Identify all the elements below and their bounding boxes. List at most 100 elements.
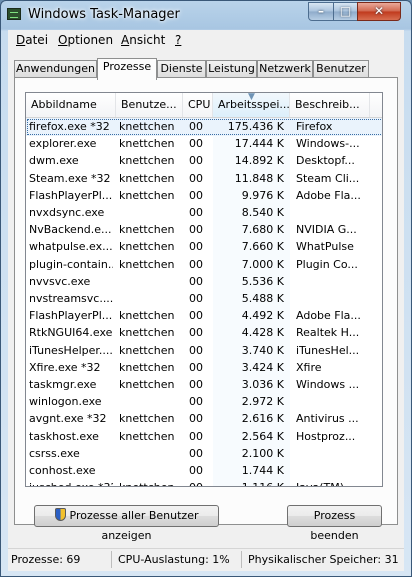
process-mem-cell: 7.660 K (241, 240, 284, 254)
process-desc-cell: WhatPulse (296, 240, 354, 254)
process-desc-cell: NVIDIA G... (296, 223, 357, 237)
process-name-cell: dwm.exe (29, 154, 79, 168)
process-cpu-cell: 00 (189, 309, 203, 323)
process-cpu-cell: 00 (189, 223, 203, 237)
process-row[interactable]: firefox.exe *32 knettchen 00 175.436 K Firef… (26, 118, 382, 136)
process-cpu-cell: 00 (189, 326, 203, 340)
process-user-cell: knettchen (119, 120, 175, 133)
tab-leistung[interactable]: Leistung (206, 60, 257, 78)
process-mem-cell: 1.744 K (241, 464, 284, 477)
process-row[interactable]: nvvsvc.exe 00 5.536 K (26, 273, 382, 291)
process-name-cell: whatpulse.ex... (29, 240, 113, 254)
process-mem-cell: 7.680 K (241, 223, 284, 237)
process-row[interactable]: NvBackend.e... knettchen 00 7.680 K NVIDIA G… (26, 221, 382, 239)
column-header-cpu[interactable]: CPU (183, 93, 213, 117)
column-header-name[interactable]: Abbildname (26, 93, 116, 117)
process-mem-cell: 2.564 K (241, 429, 284, 443)
process-row[interactable]: nvxdsync.exe 00 8.540 K (26, 204, 382, 222)
menu-datei[interactable]: Datei (16, 33, 48, 47)
process-name-cell: FlashPlayerPl... (29, 309, 113, 323)
menu-optionen[interactable]: Optionen (58, 33, 113, 47)
process-user-cell: knettchen (119, 223, 175, 237)
task-manager-window: Windows Task-Manager – □ ✕ Datei Optione… (0, 0, 412, 577)
process-mem-cell: 3.424 K (241, 360, 284, 374)
process-list[interactable]: Abbildname Benutze... CPU ▼ Arbeitsspei.… (25, 92, 383, 487)
process-cpu-cell: 00 (189, 481, 209, 486)
process-row[interactable]: plugin-contain... knettchen 00 7.000 K Plugi… (26, 256, 382, 274)
process-mem-cell: 2.972 K (241, 395, 284, 409)
process-row[interactable]: taskmgr.exe knettchen 00 3.036 K Windows ... (26, 376, 382, 394)
process-row[interactable]: iTunesHelper.... knettchen 00 3.740 K iTunes… (26, 342, 382, 360)
process-mem-cell: 175.436 K (227, 120, 284, 133)
process-cpu-cell: 00 (189, 464, 203, 477)
process-mem-cell: 9.976 K (241, 188, 284, 202)
window-title: Windows Task-Manager (28, 7, 180, 22)
process-row[interactable]: Xfire.exe *32 knettchen 00 3.424 K Xfire (26, 359, 382, 377)
process-row[interactable]: FlashPlayerPl... knettchen 00 4.492 K Adobe … (26, 307, 382, 325)
process-name-cell: csrss.exe (29, 446, 80, 460)
process-name-cell: nvxdsync.exe (29, 206, 105, 219)
minimize-button[interactable]: – (308, 2, 334, 21)
show-all-users-label: Prozesse aller Benutzer anzeigen (69, 509, 199, 542)
process-name-cell: iTunesHelper.... (29, 343, 113, 357)
column-header-description[interactable]: Beschreib... (290, 93, 370, 117)
process-desc-cell: Realtek H... (296, 326, 360, 340)
column-header-user[interactable]: Benutze... (116, 93, 183, 117)
menu-ansicht[interactable]: Ansicht (121, 33, 165, 47)
process-user-cell: knettchen (119, 240, 175, 254)
show-all-users-button[interactable]: Prozesse aller Benutzer anzeigen (34, 505, 219, 542)
process-row[interactable]: avgnt.exe *32 knettchen 00 2.616 K Antivirus… (26, 410, 382, 428)
process-mem-cell: 4.428 K (241, 326, 284, 340)
process-mem-cell: 3.740 K (241, 343, 284, 357)
process-mem-cell: 1.116 K (212, 481, 284, 486)
process-cpu-cell: 00 (189, 395, 203, 409)
end-process-button[interactable]: Prozess beenden (287, 505, 382, 542)
process-user-cell: knettchen (119, 378, 175, 391)
process-row[interactable]: FlashPlayerPl... knettchen 00 9.976 K Adobe … (26, 187, 382, 205)
process-row[interactable]: explorer.exe knettchen 00 17.444 K Windows-.… (26, 135, 382, 153)
process-mem-cell: 2.100 K (241, 446, 284, 460)
process-mem-cell: 8.540 K (241, 206, 284, 219)
title-bar[interactable]: Windows Task-Manager – □ ✕ (1, 1, 411, 29)
process-cpu-cell: 00 (189, 206, 203, 219)
menu-bar: Datei Optionen Ansicht ? (8, 30, 404, 50)
process-row[interactable]: Steam.exe *32 knettchen 00 11.848 K Steam Cl… (26, 170, 382, 188)
process-row[interactable]: dwm.exe knettchen 00 14.892 K Desktopf... (26, 152, 382, 170)
process-mem-cell: 17.444 K (234, 137, 284, 151)
process-name-cell: nvstreamsvc.... (29, 292, 113, 305)
tab-benutzer[interactable]: Benutzer (313, 60, 369, 78)
process-user-cell: knettchen (119, 326, 175, 340)
process-name-cell: Xfire.exe *32 (29, 360, 101, 374)
status-physical-memory: Physikalischer Speicher: 31 (248, 553, 399, 566)
process-desc-cell: Firefox (296, 120, 333, 133)
close-button[interactable]: ✕ (357, 2, 401, 21)
status-divider (111, 551, 112, 568)
process-row[interactable]: conhost.exe 00 1.744 K (26, 462, 382, 480)
process-user-cell: knettchen (119, 360, 175, 374)
tab-prozesse[interactable]: Prozesse (97, 58, 157, 80)
process-row[interactable]: csrss.exe 00 2.100 K (26, 445, 382, 463)
tab-anwendungen[interactable]: Anwendungen (14, 60, 97, 78)
process-cpu-cell: 00 (189, 274, 203, 288)
process-user-cell: knettchen (119, 171, 175, 185)
process-row[interactable]: taskhost.exe knettchen 00 2.564 K Hostproz..… (26, 428, 382, 446)
column-header-memory[interactable]: ▼ Arbeitsspei... (213, 93, 290, 117)
process-mem-cell: 4.492 K (241, 309, 284, 323)
maximize-button[interactable]: □ (333, 2, 358, 21)
status-cpu-usage: CPU-Auslastung: 1% (118, 553, 230, 566)
tab-netzwerk[interactable]: Netzwerk (257, 60, 313, 78)
process-row[interactable]: jusched.exe *32 knettchen 001.116 K Java(TM… (26, 479, 382, 486)
process-name-cell: NvBackend.e... (29, 223, 112, 237)
process-row[interactable]: winlogon.exe 00 2.972 K (26, 393, 382, 411)
menu-help[interactable]: ? (175, 33, 181, 47)
process-user-cell: knettchen (119, 309, 175, 323)
process-mem-cell: 14.892 K (234, 154, 284, 168)
process-name-cell: firefox.exe *32 (29, 120, 110, 133)
process-row[interactable]: whatpulse.ex... knettchen 00 7.660 K WhatPul… (26, 238, 382, 256)
process-row[interactable]: nvstreamsvc.... 00 5.488 K (26, 290, 382, 308)
uac-shield-icon (54, 508, 66, 521)
process-desc-cell: Plugin Co... (296, 257, 358, 271)
process-row[interactable]: RtkNGUI64.exe knettchen 00 4.428 K Realtek H… (26, 324, 382, 342)
process-desc-cell: Adobe Fla... (296, 188, 361, 202)
tab-dienste[interactable]: Dienste (157, 60, 206, 78)
